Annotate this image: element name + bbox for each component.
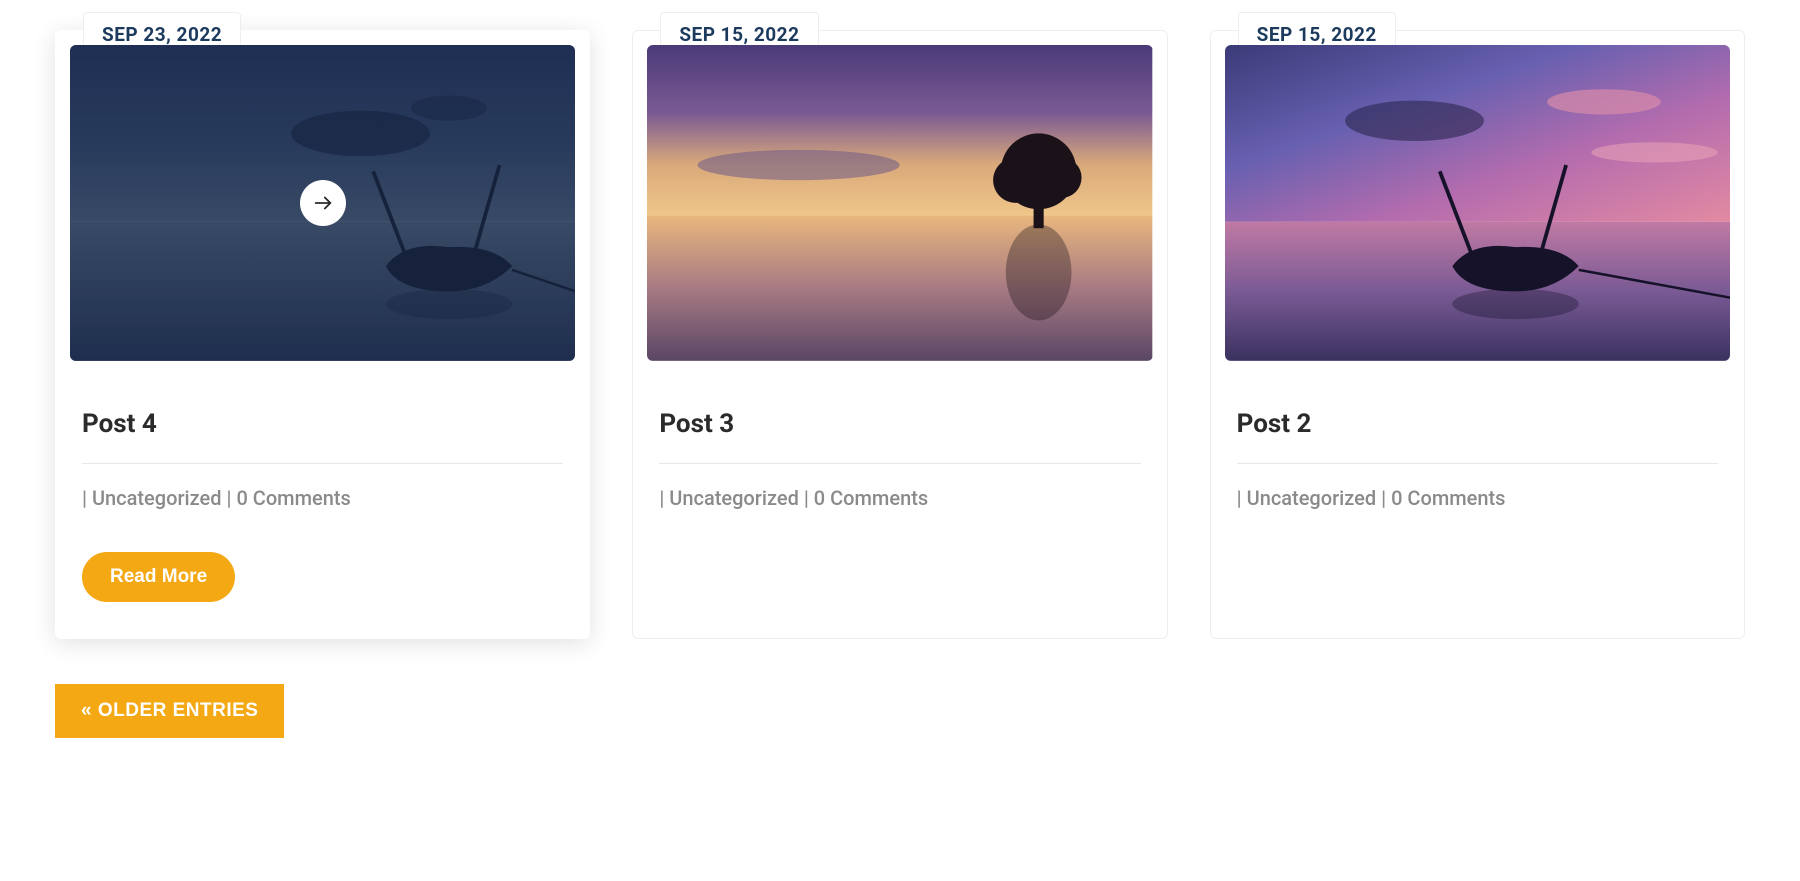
post-card[interactable]: SEP 23, 2022: [55, 30, 590, 639]
post-card[interactable]: SEP 15, 2022: [1210, 30, 1745, 639]
post-title[interactable]: Post 2: [1225, 409, 1730, 463]
post-comments-link[interactable]: 0 Comments: [814, 486, 928, 510]
post-thumbnail[interactable]: [1225, 45, 1730, 361]
thumbnail-image-boat-pink-dusk: [1225, 45, 1730, 361]
arrow-right-icon[interactable]: [300, 180, 346, 226]
meta-separator: |: [799, 486, 814, 510]
post-meta: | Uncategorized | 0 Comments: [647, 486, 1152, 510]
thumbnail-hover-overlay: [70, 45, 575, 361]
post-thumbnail[interactable]: [647, 45, 1152, 361]
meta-separator: |: [82, 486, 92, 510]
post-category-link[interactable]: Uncategorized: [669, 486, 799, 510]
post-card[interactable]: SEP 15, 2022: [632, 30, 1167, 639]
divider: [82, 463, 563, 464]
post-meta: | Uncategorized | 0 Comments: [1225, 486, 1730, 510]
post-comments-link[interactable]: 0 Comments: [236, 486, 350, 510]
meta-separator: |: [1237, 486, 1247, 510]
post-category-link[interactable]: Uncategorized: [1247, 486, 1377, 510]
read-more-button[interactable]: Read More: [82, 552, 235, 602]
divider: [659, 463, 1140, 464]
older-entries-button[interactable]: « OLDER ENTRIES: [55, 684, 284, 738]
meta-separator: |: [1376, 486, 1391, 510]
post-title[interactable]: Post 3: [647, 409, 1152, 463]
meta-separator: |: [222, 486, 237, 510]
post-meta: | Uncategorized | 0 Comments: [70, 486, 575, 510]
post-thumbnail[interactable]: [70, 45, 575, 361]
post-category-link[interactable]: Uncategorized: [92, 486, 222, 510]
meta-separator: |: [659, 486, 669, 510]
post-comments-link[interactable]: 0 Comments: [1391, 486, 1505, 510]
posts-grid: SEP 23, 2022: [55, 30, 1745, 639]
divider: [1237, 463, 1718, 464]
post-title[interactable]: Post 4: [70, 409, 575, 463]
thumbnail-image-tree-sunset: [647, 45, 1152, 361]
